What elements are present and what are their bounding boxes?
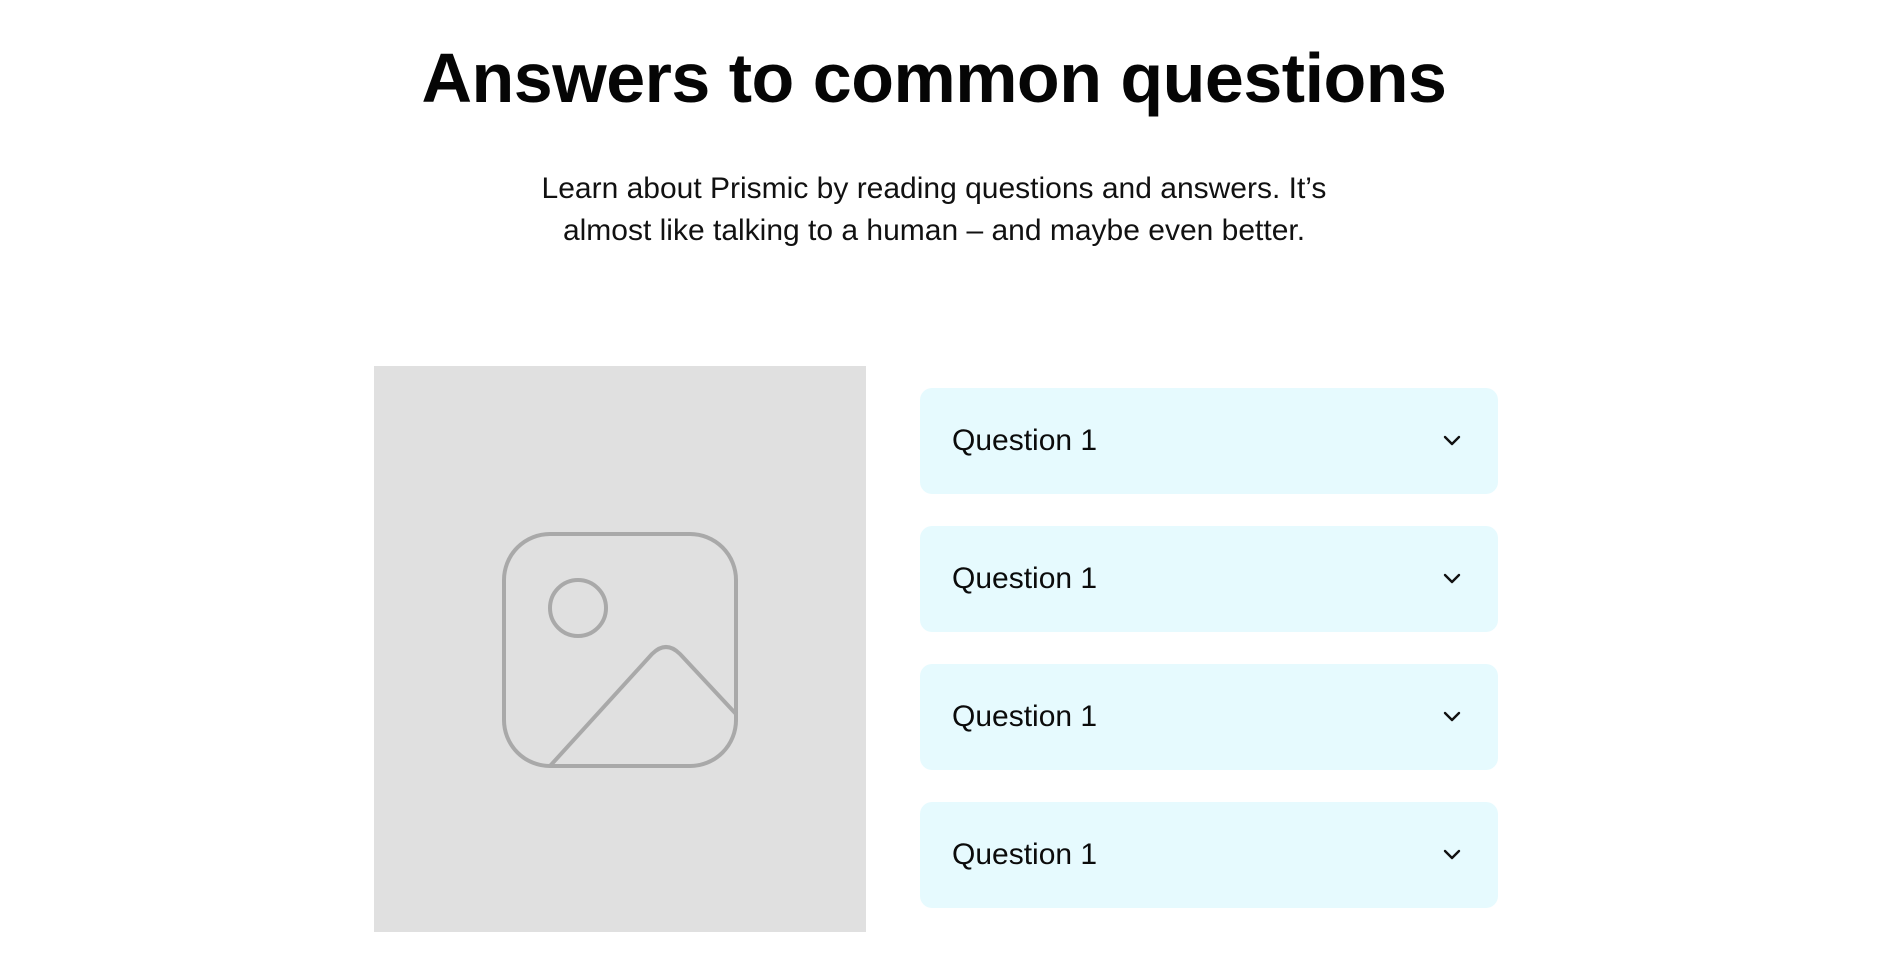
chevron-down-icon xyxy=(1443,435,1461,446)
faq-list: Question 1 Question 1 Question 1 Questio… xyxy=(920,388,1498,940)
chevron-down-icon xyxy=(1443,711,1461,722)
faq-item-3[interactable]: Question 1 xyxy=(920,664,1498,770)
page-title: Answers to common questions xyxy=(421,39,1447,117)
faq-question: Question 1 xyxy=(952,424,1098,457)
faq-item-4[interactable]: Question 1 xyxy=(920,802,1498,908)
faq-item-2[interactable]: Question 1 xyxy=(920,526,1498,632)
faq-section: Answers to common questions Learn about … xyxy=(0,0,1884,960)
faq-item-1[interactable]: Question 1 xyxy=(920,388,1498,494)
chevron-down-icon xyxy=(1443,573,1461,584)
chevron-down-icon xyxy=(1443,849,1461,860)
page-subtitle: Learn about Prismic by reading questions… xyxy=(541,172,1327,247)
faq-question: Question 1 xyxy=(952,838,1098,871)
faq-question: Question 1 xyxy=(952,562,1098,595)
image-placeholder-icon xyxy=(502,532,738,768)
image-placeholder xyxy=(374,366,866,932)
faq-question: Question 1 xyxy=(952,700,1098,733)
